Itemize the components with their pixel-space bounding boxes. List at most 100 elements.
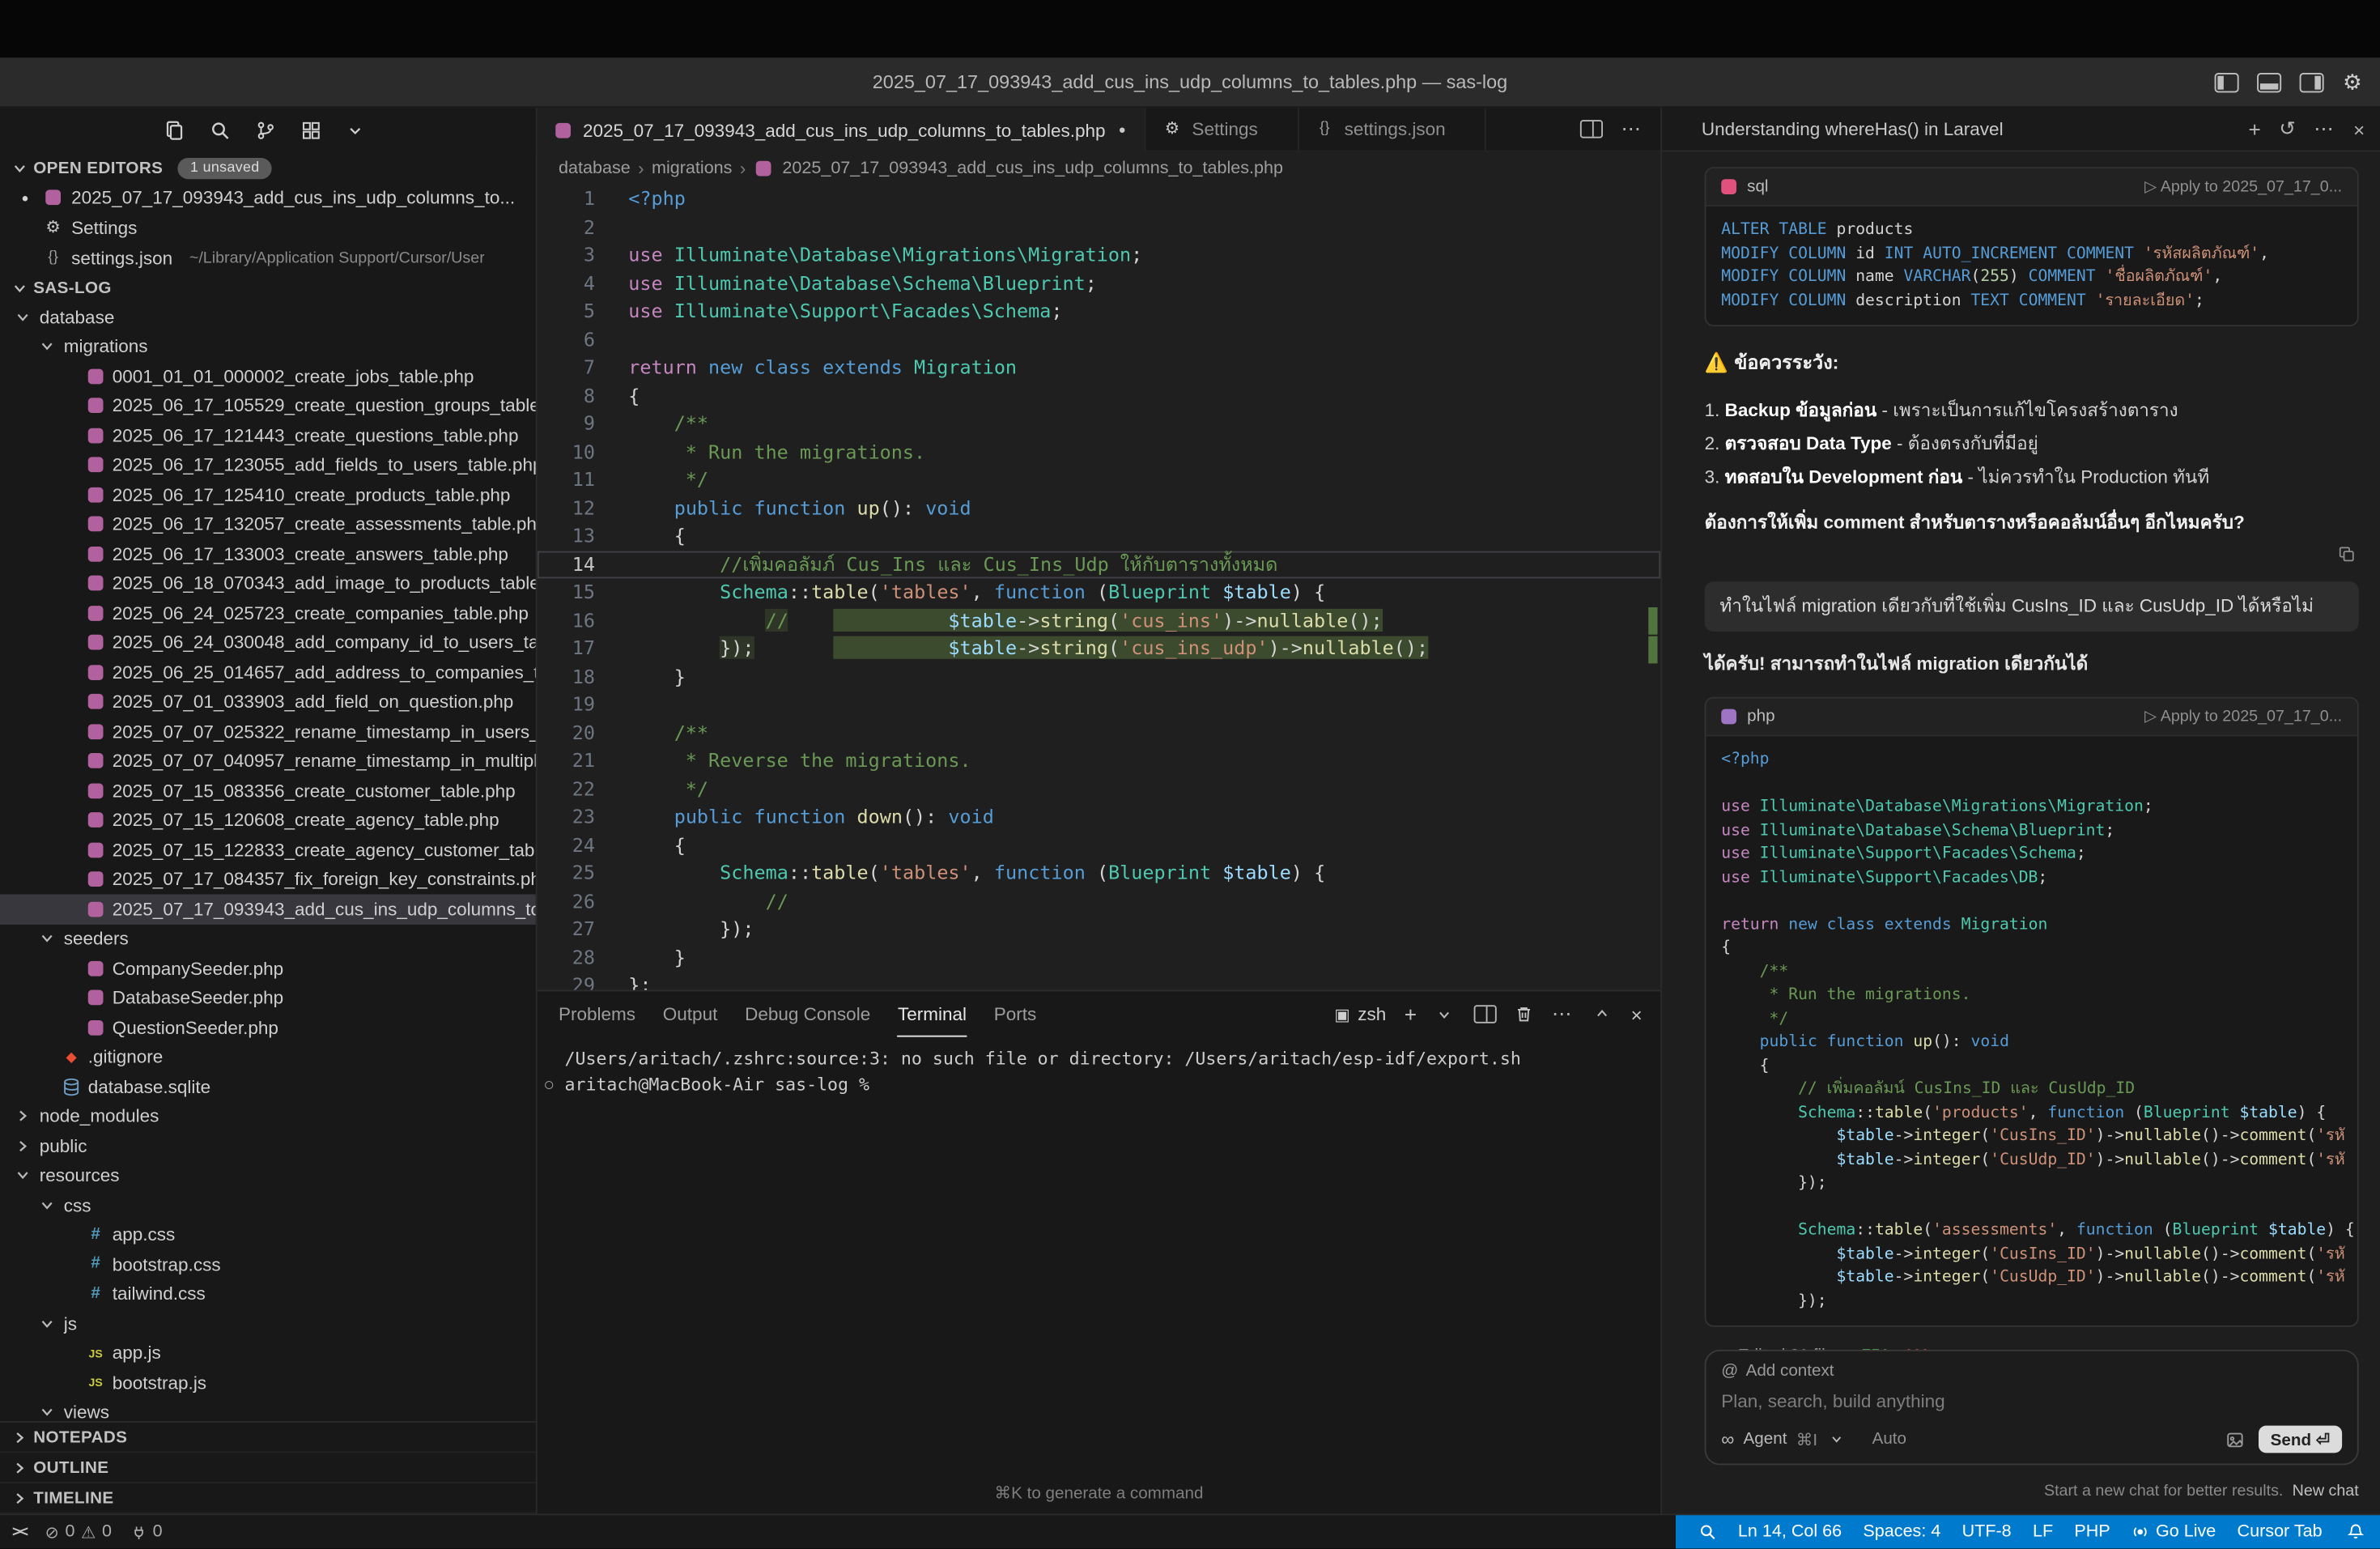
tree-item[interactable]: 2025_07_17_084357_fix_foreign_key_constr…	[0, 865, 536, 895]
source-control-icon[interactable]	[255, 120, 276, 141]
code-line[interactable]: 1<?php	[538, 185, 1661, 214]
split-terminal-icon[interactable]	[1474, 1005, 1497, 1023]
more-actions-icon[interactable]: ⋯	[1621, 117, 1643, 141]
editor-tab[interactable]: ⚙Settings	[1146, 108, 1298, 151]
tree-item[interactable]: seeders	[0, 924, 536, 954]
tree-item[interactable]: database	[0, 302, 536, 332]
title-bar[interactable]: 2025_07_17_093943_add_cus_ins_udp_column…	[0, 57, 2380, 108]
code-line[interactable]: 4use Illuminate\Database\Schema\Blueprin…	[538, 270, 1661, 298]
tree-item[interactable]: 2025_07_07_025322_rename_timestamp_in_us…	[0, 717, 536, 747]
tree-item[interactable]: 2025_06_18_070343_add_image_to_products_…	[0, 568, 536, 598]
split-editor-icon[interactable]	[1580, 120, 1603, 138]
go-live-button[interactable]: Go Live	[2121, 1523, 2227, 1542]
toggle-panel-icon[interactable]	[2258, 72, 2282, 91]
code-line[interactable]: 17 }); $table->string('cus_ins_udp')->nu…	[538, 635, 1661, 663]
project-root-header[interactable]: SAS-LOG	[0, 274, 536, 303]
editor-tab[interactable]: {}settings.json	[1298, 108, 1486, 151]
toggle-primary-sidebar-icon[interactable]	[2215, 72, 2239, 91]
tree-item[interactable]: database.sqlite	[0, 1072, 536, 1102]
tree-item[interactable]: css	[0, 1190, 536, 1220]
editor-tab[interactable]: 2025_07_17_093943_add_cus_ins_udp_column…	[538, 108, 1146, 151]
agent-chevron-icon[interactable]	[1826, 1428, 1847, 1449]
tree-item[interactable]: 2025_06_17_133003_create_answers_table.p…	[0, 539, 536, 569]
tree-item[interactable]: migrations	[0, 332, 536, 362]
new-chat-link[interactable]: New chat	[2293, 1482, 2359, 1500]
close-chat-icon[interactable]: ×	[2353, 117, 2365, 140]
open-editors-header[interactable]: OPEN EDITORS 1 unsaved	[0, 153, 536, 182]
code-line[interactable]: 9 /**	[538, 410, 1661, 438]
agent-mode-selector[interactable]: Agent	[1744, 1430, 1787, 1449]
tree-item[interactable]: views	[0, 1398, 536, 1421]
panel-tab-terminal[interactable]: Terminal	[898, 991, 967, 1036]
tree-item[interactable]: QuestionSeeder.php	[0, 1013, 536, 1043]
tree-item[interactable]: 2025_07_15_122833_create_agency_customer…	[0, 835, 536, 865]
tree-item[interactable]: 2025_06_17_105529_create_question_groups…	[0, 391, 536, 421]
tree-item[interactable]: node_modules	[0, 1101, 536, 1131]
tree-item[interactable]: 2025_06_17_132057_create_assessments_tab…	[0, 509, 536, 539]
search-icon[interactable]	[210, 120, 231, 141]
panel-tab-debug-console[interactable]: Debug Console	[745, 991, 870, 1036]
extensions-icon[interactable]	[300, 120, 321, 141]
code-line[interactable]: 10 * Run the migrations.	[538, 438, 1661, 466]
code-line[interactable]: 27 });	[538, 916, 1661, 944]
tree-item[interactable]: 2025_06_24_025723_create_companies_table…	[0, 598, 536, 628]
code-line[interactable]: 24 {	[538, 832, 1661, 860]
notifications-bell-icon[interactable]	[2336, 1523, 2368, 1542]
tree-item[interactable]: JSapp.js	[0, 1338, 536, 1368]
code-editor[interactable]: 1<?php23use Illuminate\Database\Migratio…	[538, 185, 1661, 990]
code-line[interactable]: 21 * Reverse the migrations.	[538, 747, 1661, 776]
history-icon[interactable]: ↺	[2279, 117, 2295, 141]
add-context-button[interactable]: @ Add context	[1721, 1362, 2342, 1381]
code-line[interactable]: 11 */	[538, 466, 1661, 495]
kill-terminal-icon[interactable]	[1515, 1005, 1534, 1023]
code-line[interactable]: 19	[538, 691, 1661, 719]
panel-tab-ports[interactable]: Ports	[994, 991, 1037, 1036]
code-line[interactable]: 20 /**	[538, 719, 1661, 747]
code-line[interactable]: 8{	[538, 382, 1661, 411]
tree-item[interactable]: DatabaseSeeder.php	[0, 983, 536, 1013]
new-chat-icon[interactable]: +	[2248, 117, 2260, 141]
code-line[interactable]: 26 //	[538, 887, 1661, 916]
remote-indicator-icon[interactable]: ><	[12, 1524, 27, 1541]
code-line[interactable]: 29};	[538, 972, 1661, 990]
send-button[interactable]: Send ⏎	[2259, 1426, 2342, 1453]
new-terminal-icon[interactable]: +	[1405, 1002, 1417, 1027]
chat-composer[interactable]: @ Add context Plan, search, build anythi…	[1705, 1350, 2359, 1466]
close-panel-icon[interactable]: ×	[1631, 1002, 1643, 1025]
terminal-output[interactable]: /Users/aritach/.zshrc:source:3: no such …	[538, 1037, 1661, 1514]
code-line[interactable]: 13 {	[538, 522, 1661, 551]
toggle-secondary-sidebar-icon[interactable]	[2300, 72, 2324, 91]
tree-item[interactable]: resources	[0, 1160, 536, 1190]
chat-input[interactable]: Plan, search, build anything	[1721, 1391, 2342, 1412]
panel-more-icon[interactable]: ⋯	[1552, 1002, 1573, 1027]
code-line[interactable]: 25 Schema::table('tables', function (Blu…	[538, 859, 1661, 887]
open-editor-item[interactable]: ●2025_07_17_093943_add_cus_ins_udp_colum…	[0, 182, 536, 213]
tree-item[interactable]: 2025_07_17_093943_add_cus_ins_udp_column…	[0, 894, 536, 924]
code-line[interactable]: 15 Schema::table('tables', function (Blu…	[538, 578, 1661, 606]
status-encoding[interactable]: UTF-8	[1951, 1523, 2021, 1542]
tree-item[interactable]: 2025_07_15_120608_create_agency_table.ph…	[0, 806, 536, 836]
ports-indicator[interactable]: 0	[130, 1523, 162, 1542]
code-line[interactable]: 7return new class extends Migration	[538, 354, 1661, 382]
code-line[interactable]: 16 // $table->string('cus_ins')->nullabl…	[538, 606, 1661, 635]
tree-item[interactable]: CompanySeeder.php	[0, 954, 536, 984]
shell-selector[interactable]: ▣ zsh	[1334, 1003, 1386, 1024]
panel-tab-problems[interactable]: Problems	[559, 991, 635, 1036]
chat-more-icon[interactable]: ⋯	[2314, 117, 2335, 141]
tree-item[interactable]: #bootstrap.css	[0, 1249, 536, 1279]
status-line-col[interactable]: Ln 14, Col 66	[1728, 1523, 1853, 1542]
more-views-chevron-icon[interactable]	[346, 121, 365, 140]
code-line[interactable]: 23 public function down(): void	[538, 803, 1661, 832]
code-line[interactable]: 2	[538, 213, 1661, 241]
settings-gear-icon[interactable]: ⚙	[2343, 71, 2362, 92]
tree-item[interactable]: 2025_07_01_033903_add_field_on_question.…	[0, 687, 536, 717]
maximize-panel-chevron-icon[interactable]	[1592, 1003, 1613, 1024]
tree-item[interactable]: 0001_01_01_000002_create_jobs_table.php	[0, 361, 536, 391]
notepads-section-header[interactable]: NOTEPADS	[0, 1423, 536, 1453]
apply-button[interactable]: ▷ Apply to 2025_07_17_0...	[2144, 708, 2342, 726]
tree-item[interactable]: js	[0, 1309, 536, 1338]
tree-item[interactable]: 2025_06_17_125410_create_products_table.…	[0, 480, 536, 510]
attach-image-icon[interactable]	[2225, 1429, 2244, 1449]
code-line[interactable]: 6	[538, 326, 1661, 354]
code-line[interactable]: 12 public function up(): void	[538, 494, 1661, 522]
